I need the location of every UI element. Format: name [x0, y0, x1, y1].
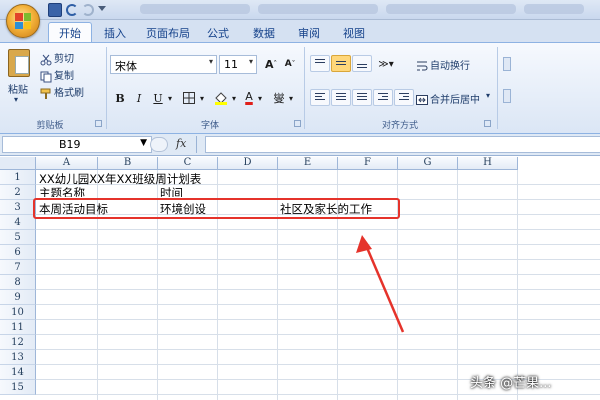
cancel-icon [150, 137, 168, 152]
tab-view[interactable]: 视图 [343, 25, 365, 41]
quick-access-toolbar [48, 2, 106, 18]
phonetic-button[interactable]: 燮 [271, 89, 287, 107]
customize-qat-icon[interactable] [98, 6, 106, 14]
font-color-dropdown-icon[interactable]: ▾ [256, 89, 264, 107]
tab-review[interactable]: 审阅 [298, 25, 320, 41]
font-name-value: 宋体 [115, 60, 137, 73]
ribbon-tab-row: 开始 插入 页面布局 公式 数据 审阅 视图 [0, 20, 600, 43]
tab-home[interactable]: 开始 [48, 22, 92, 43]
tab-insert[interactable]: 插入 [104, 25, 126, 41]
clipboard-launcher-icon[interactable] [95, 120, 102, 127]
formula-input[interactable] [205, 136, 600, 153]
spreadsheet-grid: ABCDEFGH 1 2 3 4 5 6 7 8 9 10 11 12 13 14 15 XX幼儿园XX年X… [0, 157, 600, 400]
paste-button[interactable]: 粘贴 [8, 81, 28, 96]
copy-button[interactable]: 复制 [54, 67, 74, 82]
font-group-label: 字体 [200, 121, 219, 131]
increase-indent-icon[interactable] [394, 89, 414, 106]
number-format-partial-icon[interactable] [503, 57, 511, 71]
fill-color-icon[interactable] [212, 89, 230, 107]
format-painter-icon [40, 85, 52, 99]
font-name-select[interactable]: 宋体 ▾ [110, 55, 217, 74]
phonetic-dropdown-icon[interactable]: ▾ [287, 89, 295, 107]
font-size-value: 11 [224, 58, 238, 71]
name-box-value: B19 [59, 138, 81, 151]
fill-color-dropdown-icon[interactable]: ▾ [230, 89, 238, 107]
shrink-font-button[interactable]: Aˇ [281, 55, 299, 73]
tab-page-layout[interactable]: 页面布局 [146, 25, 190, 41]
paste-dropdown-icon[interactable]: ▾ [14, 95, 18, 104]
font-color-button[interactable]: A [242, 87, 256, 105]
wrap-text-button[interactable]: 自动换行 [430, 57, 470, 72]
underline-button[interactable]: U [150, 89, 166, 107]
align-bottom-icon[interactable] [352, 55, 372, 72]
align-left-icon[interactable] [310, 89, 330, 106]
borders-icon[interactable] [180, 89, 198, 107]
merge-center-button[interactable]: 合并后居中 [430, 91, 480, 106]
formula-separator [196, 136, 197, 153]
group-separator [106, 47, 107, 129]
align-middle-icon[interactable] [331, 55, 351, 72]
align-center-icon[interactable] [331, 89, 351, 106]
alignment-group-label: 对齐方式 [381, 121, 418, 131]
underline-dropdown-icon[interactable]: ▾ [166, 89, 174, 107]
italic-button[interactable]: I [131, 89, 147, 107]
name-box[interactable]: B19 ▼ [2, 136, 152, 153]
align-right-icon[interactable] [352, 89, 372, 106]
align-top-icon[interactable] [310, 55, 330, 72]
blurred-window-title [140, 4, 584, 16]
chevron-down-icon: ▾ [248, 57, 253, 66]
office-button[interactable] [6, 4, 40, 38]
wrap-text-icon [416, 57, 428, 71]
merge-center-dropdown-icon[interactable]: ▾ [486, 91, 490, 100]
copy-icon [40, 68, 52, 83]
alignment-launcher-icon[interactable] [484, 120, 491, 127]
formula-bar: B19 ▼ fx [0, 134, 600, 156]
orientation-icon[interactable]: ≫▾ [374, 55, 398, 73]
clipboard-group-label: 剪贴板 [36, 121, 64, 131]
grow-font-button[interactable]: Aˆ [262, 55, 280, 73]
tab-data[interactable]: 数据 [253, 25, 275, 41]
merge-center-icon [416, 91, 428, 105]
redo-icon[interactable] [82, 4, 94, 16]
tab-formulas[interactable]: 公式 [207, 25, 229, 41]
bold-button[interactable]: B [112, 89, 128, 107]
save-icon[interactable] [48, 3, 62, 17]
chevron-down-icon: ▾ [208, 57, 213, 66]
decrease-indent-icon[interactable] [373, 89, 393, 106]
group-separator [304, 47, 305, 129]
cut-icon [40, 51, 52, 66]
annotation-arrow [356, 235, 405, 333]
font-color-letter: A [245, 89, 253, 103]
ribbon: 粘贴 ▾ 剪切 复制 格式刷 剪贴板 宋体 ▾ 11 ▾ Aˆ Aˇ B I U… [0, 42, 600, 134]
cut-button[interactable]: 剪切 [54, 50, 74, 65]
office-logo-icon [15, 13, 31, 29]
number-format-partial-icon[interactable] [503, 89, 511, 103]
paste-icon[interactable] [8, 49, 30, 77]
chevron-down-icon: ▼ [140, 138, 147, 148]
grow-font-label: A [264, 57, 274, 71]
function-icon[interactable]: fx [176, 137, 186, 150]
watermark: 头条 @芒果... [470, 376, 552, 391]
font-launcher-icon[interactable] [294, 120, 301, 127]
undo-icon[interactable] [66, 4, 78, 16]
borders-dropdown-icon[interactable]: ▾ [198, 89, 206, 107]
format-painter-button[interactable]: 格式刷 [54, 84, 84, 99]
group-separator [497, 47, 498, 129]
font-size-select[interactable]: 11 ▾ [219, 55, 257, 74]
shrink-font-label: A [284, 59, 292, 69]
title-bar [0, 0, 600, 20]
